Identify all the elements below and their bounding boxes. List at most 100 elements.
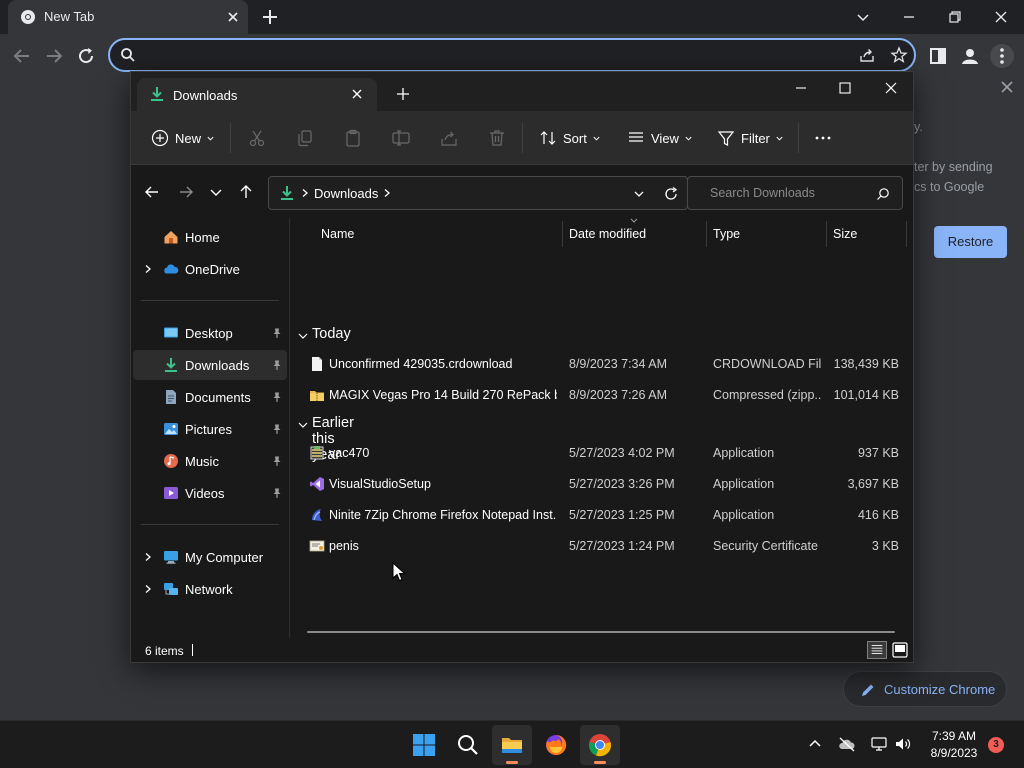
file-row[interactable]: penis 5/27/2023 1:24 PM Security Certifi… <box>291 531 911 561</box>
chrome-menu-icon[interactable] <box>990 44 1014 68</box>
notification-badge[interactable]: 3 <box>988 737 1004 753</box>
file-row[interactable]: Ninite 7Zip Chrome Firefox Notepad Inst.… <box>291 500 911 530</box>
sidebar-item-pictures[interactable]: Pictures <box>133 414 287 444</box>
forward-arrow-icon[interactable] <box>177 183 195 201</box>
panel-text-3[interactable]: cs to Google <box>914 180 984 194</box>
volume-icon[interactable] <box>894 735 912 753</box>
pin-icon[interactable] <box>271 423 283 435</box>
sidebar-item-network[interactable]: Network <box>133 574 287 604</box>
pin-icon[interactable] <box>271 359 283 371</box>
back-arrow-icon[interactable] <box>143 183 161 201</box>
sidebar-item-music[interactable]: Music <box>133 446 287 476</box>
clock-time[interactable]: 7:39 AM <box>926 729 982 743</box>
breadcrumb-chevron-icon[interactable] <box>300 188 310 198</box>
customize-chrome-label: Customize Chrome <box>884 682 996 697</box>
sort-arrows-icon <box>540 131 556 145</box>
pin-icon[interactable] <box>271 391 283 403</box>
tiles-view-icon[interactable] <box>891 641 909 659</box>
restore-button[interactable]: Restore <box>934 226 1007 258</box>
recent-locations-chevron-icon[interactable] <box>207 183 225 201</box>
explorer-maximize-icon[interactable] <box>835 78 855 98</box>
details-view-icon[interactable] <box>867 641 887 659</box>
taskbar-file-explorer[interactable] <box>492 725 532 765</box>
side-panel-icon[interactable] <box>926 44 950 68</box>
refresh-icon[interactable] <box>663 186 679 202</box>
share-icon[interactable] <box>858 46 876 64</box>
cloud-offline-icon[interactable] <box>838 735 856 753</box>
file-row[interactable]: VisualStudioSetup 5/27/2023 3:26 PM Appl… <box>291 469 911 499</box>
rename-icon[interactable] <box>391 128 411 148</box>
explorer-tab-downloads[interactable]: Downloads <box>137 78 377 111</box>
restore-window-icon[interactable] <box>944 6 966 28</box>
address-bar[interactable] <box>108 38 916 72</box>
delete-icon[interactable] <box>487 128 507 148</box>
address-history-chevron-icon[interactable] <box>633 188 645 200</box>
up-arrow-icon[interactable] <box>237 183 255 201</box>
filter-button[interactable]: Filter <box>717 128 784 148</box>
explorer-new-tab-icon[interactable] <box>395 86 411 102</box>
new-button[interactable]: New <box>151 128 215 148</box>
expand-chevron-icon[interactable] <box>143 264 153 274</box>
tab-new-tab[interactable]: New Tab <box>8 0 248 34</box>
pin-icon[interactable] <box>271 327 283 339</box>
reload-icon[interactable] <box>74 44 98 68</box>
tab-search-chevron-icon[interactable] <box>852 6 874 28</box>
back-arrow-icon[interactable] <box>10 44 34 68</box>
close-window-icon[interactable] <box>990 6 1012 28</box>
column-divider[interactable] <box>826 221 827 247</box>
sort-button[interactable]: Sort <box>539 128 601 148</box>
file-row[interactable]: vac470 5/27/2023 4:02 PM Application 937… <box>291 438 911 468</box>
minimize-icon[interactable] <box>898 6 920 28</box>
profile-icon[interactable] <box>958 44 982 68</box>
paste-icon[interactable] <box>343 128 363 148</box>
horizontal-scrollbar[interactable] <box>307 631 895 633</box>
breadcrumb-chevron-icon[interactable] <box>382 188 392 198</box>
expand-chevron-icon[interactable] <box>143 584 153 594</box>
view-button[interactable]: View <box>627 128 693 148</box>
column-header-size[interactable]: Size <box>833 227 857 241</box>
share-icon[interactable] <box>439 128 459 148</box>
sidebar-item-documents[interactable]: Documents <box>133 382 287 412</box>
show-hidden-icons-chevron-icon[interactable] <box>806 735 824 753</box>
panel-close-icon[interactable] <box>998 78 1016 96</box>
file-row[interactable]: Unconfirmed 429035.crdownload 8/9/2023 7… <box>291 349 911 379</box>
taskbar-search-button[interactable] <box>448 725 488 765</box>
clock-date[interactable]: 8/9/2023 <box>924 746 984 760</box>
sidebar-item-my-computer[interactable]: My Computer <box>133 542 287 572</box>
column-header-name[interactable]: Name <box>321 227 354 241</box>
column-header-date[interactable]: Date modified <box>569 227 646 241</box>
sidebar-item-videos[interactable]: Videos <box>133 478 287 508</box>
sidebar-item-downloads[interactable]: Downloads <box>133 350 287 380</box>
explorer-close-icon[interactable] <box>881 78 901 98</box>
column-header-type[interactable]: Type <box>713 227 740 241</box>
sidebar-item-desktop[interactable]: Desktop <box>133 318 287 348</box>
pin-icon[interactable] <box>271 487 283 499</box>
explorer-minimize-icon[interactable] <box>791 78 811 98</box>
explorer-tab-close-icon[interactable] <box>349 86 365 102</box>
breadcrumb-address-box[interactable]: Downloads <box>268 176 688 210</box>
forward-arrow-icon[interactable] <box>42 44 66 68</box>
tab-close-icon[interactable] <box>224 8 242 26</box>
column-divider[interactable] <box>706 221 707 247</box>
column-divider[interactable] <box>906 221 907 247</box>
expand-chevron-icon[interactable] <box>143 552 153 562</box>
file-row[interactable]: MAGIX Vegas Pro 14 Build 270 RePack by .… <box>291 380 911 410</box>
sidebar-item-onedrive[interactable]: OneDrive <box>133 254 287 284</box>
pane-splitter[interactable] <box>289 218 290 638</box>
more-options-icon[interactable] <box>813 128 833 148</box>
start-button[interactable] <box>404 725 444 765</box>
breadcrumb-downloads[interactable]: Downloads <box>314 186 378 201</box>
customize-chrome-button[interactable]: Customize Chrome <box>843 671 1007 707</box>
network-status-icon[interactable] <box>870 735 888 753</box>
pin-icon[interactable] <box>271 455 283 467</box>
bookmark-star-icon[interactable] <box>890 46 908 64</box>
taskbar-chrome[interactable] <box>580 725 620 765</box>
column-divider[interactable] <box>562 221 563 247</box>
copy-icon[interactable] <box>295 128 315 148</box>
new-tab-icon[interactable] <box>260 7 280 27</box>
file-name: Unconfirmed 429035.crdownload <box>329 357 513 371</box>
search-downloads-input[interactable]: Search Downloads <box>687 176 903 210</box>
sidebar-item-home[interactable]: Home <box>133 222 287 252</box>
cut-icon[interactable] <box>247 128 267 148</box>
taskbar-firefox[interactable] <box>536 725 576 765</box>
